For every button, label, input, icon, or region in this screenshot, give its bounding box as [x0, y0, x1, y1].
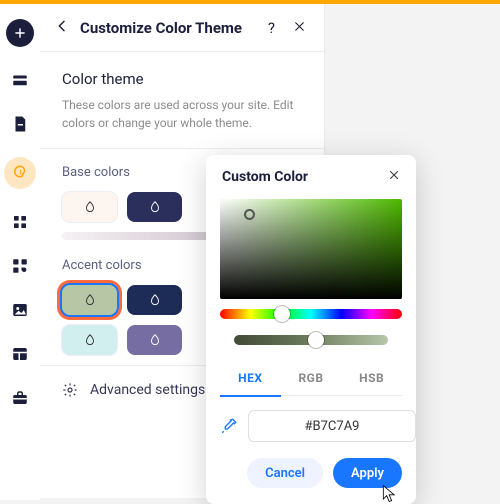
picker-knob[interactable] [244, 209, 255, 220]
popup-title: Custom Color [222, 169, 308, 185]
puzzle-icon[interactable] [9, 255, 31, 277]
base-swatch-light[interactable] [62, 192, 117, 222]
card-icon[interactable] [9, 69, 31, 91]
media-icon[interactable] [9, 299, 31, 321]
tab-hex[interactable]: HEX [220, 363, 281, 395]
advanced-label: Advanced settings [90, 382, 205, 398]
popup-header: Custom Color [206, 155, 416, 199]
add-icon[interactable] [6, 19, 34, 47]
table-icon[interactable] [9, 343, 31, 365]
briefcase-icon[interactable] [9, 387, 31, 409]
design-icon[interactable] [4, 157, 36, 189]
popup-button-row: Cancel Apply [206, 454, 416, 504]
page-icon[interactable] [9, 113, 31, 135]
help-icon[interactable]: ? [264, 19, 279, 37]
back-icon[interactable] [54, 18, 70, 38]
grid-icon[interactable] [9, 211, 31, 233]
side-rail [0, 4, 40, 500]
theme-section-desc: These colors are used across your site. … [62, 96, 302, 132]
custom-color-popup: Custom Color HEX RGB HSB Cancel Apply [206, 155, 416, 504]
accent-swatch-navy[interactable] [127, 285, 182, 315]
shade-knob[interactable] [308, 332, 324, 348]
tab-hsb[interactable]: HSB [341, 363, 402, 395]
value-row [206, 396, 416, 454]
hex-input[interactable] [248, 410, 416, 442]
panel-header: Customize Color Theme ? [40, 4, 324, 52]
panel-title: Customize Color Theme [80, 19, 254, 37]
tab-rgb[interactable]: RGB [281, 363, 342, 395]
close-icon[interactable] [388, 169, 400, 185]
saturation-picker[interactable] [220, 199, 402, 299]
accent-swatch-cyan[interactable] [62, 325, 117, 355]
eyedropper-icon[interactable] [220, 417, 238, 435]
hue-knob[interactable] [274, 306, 290, 322]
accent-swatch-purple[interactable] [127, 325, 182, 355]
close-panel-icon[interactable] [289, 19, 310, 37]
theme-section-title: Color theme [62, 70, 302, 88]
accent-swatch-green[interactable] [62, 285, 117, 315]
shade-slider[interactable] [234, 335, 388, 345]
base-swatch-dark[interactable] [127, 192, 182, 222]
apply-button[interactable]: Apply [333, 458, 402, 488]
hue-slider[interactable] [220, 309, 402, 319]
color-format-tabs: HEX RGB HSB [220, 363, 402, 396]
divider [40, 148, 324, 149]
cancel-button[interactable]: Cancel [247, 458, 323, 488]
